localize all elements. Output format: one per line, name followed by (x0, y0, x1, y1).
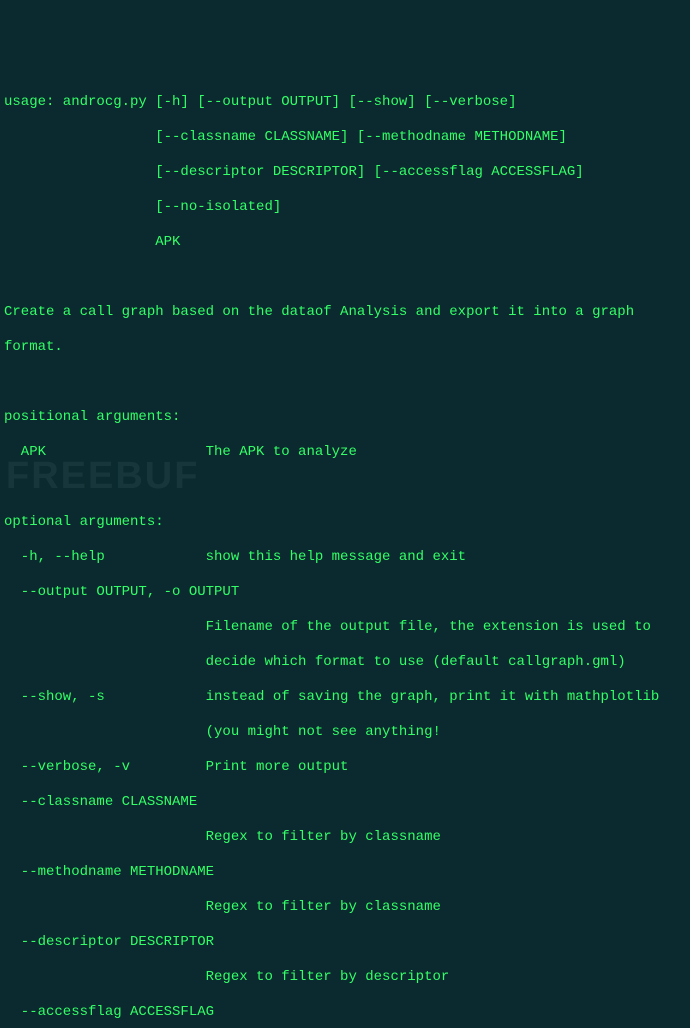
arg-descriptor-desc: Regex to filter by descriptor (4, 969, 686, 987)
arg-classname: --classname CLASSNAME (4, 794, 686, 812)
blank-line (4, 374, 686, 392)
arg-help: -h, --help show this help message and ex… (4, 549, 686, 567)
positional-header: positional arguments: (4, 409, 686, 427)
arg-output: --output OUTPUT, -o OUTPUT (4, 584, 686, 602)
blank-line (4, 479, 686, 497)
arg-accessflag: --accessflag ACCESSFLAG (4, 1004, 686, 1022)
blank-line (4, 269, 686, 287)
usage-line: [--descriptor DESCRIPTOR] [--accessflag … (4, 164, 686, 182)
usage-line: usage: androcg.py [-h] [--output OUTPUT]… (4, 94, 686, 112)
usage-line: [--classname CLASSNAME] [--methodname ME… (4, 129, 686, 147)
arg-methodname-desc: Regex to filter by classname (4, 899, 686, 917)
arg-output-desc: decide which format to use (default call… (4, 654, 686, 672)
arg-show: --show, -s instead of saving the graph, … (4, 689, 686, 707)
usage-line: APK (4, 234, 686, 252)
arg-methodname: --methodname METHODNAME (4, 864, 686, 882)
arg-show-desc: (you might not see anything! (4, 724, 686, 742)
arg-apk: APK The APK to analyze (4, 444, 686, 462)
usage-line: [--no-isolated] (4, 199, 686, 217)
arg-verbose: --verbose, -v Print more output (4, 759, 686, 777)
description-line: Create a call graph based on the dataof … (4, 304, 686, 322)
arg-descriptor: --descriptor DESCRIPTOR (4, 934, 686, 952)
terminal-output: usage: androcg.py [-h] [--output OUTPUT]… (4, 76, 686, 1028)
description-line: format. (4, 339, 686, 357)
optional-header: optional arguments: (4, 514, 686, 532)
arg-classname-desc: Regex to filter by classname (4, 829, 686, 847)
arg-output-desc: Filename of the output file, the extensi… (4, 619, 686, 637)
